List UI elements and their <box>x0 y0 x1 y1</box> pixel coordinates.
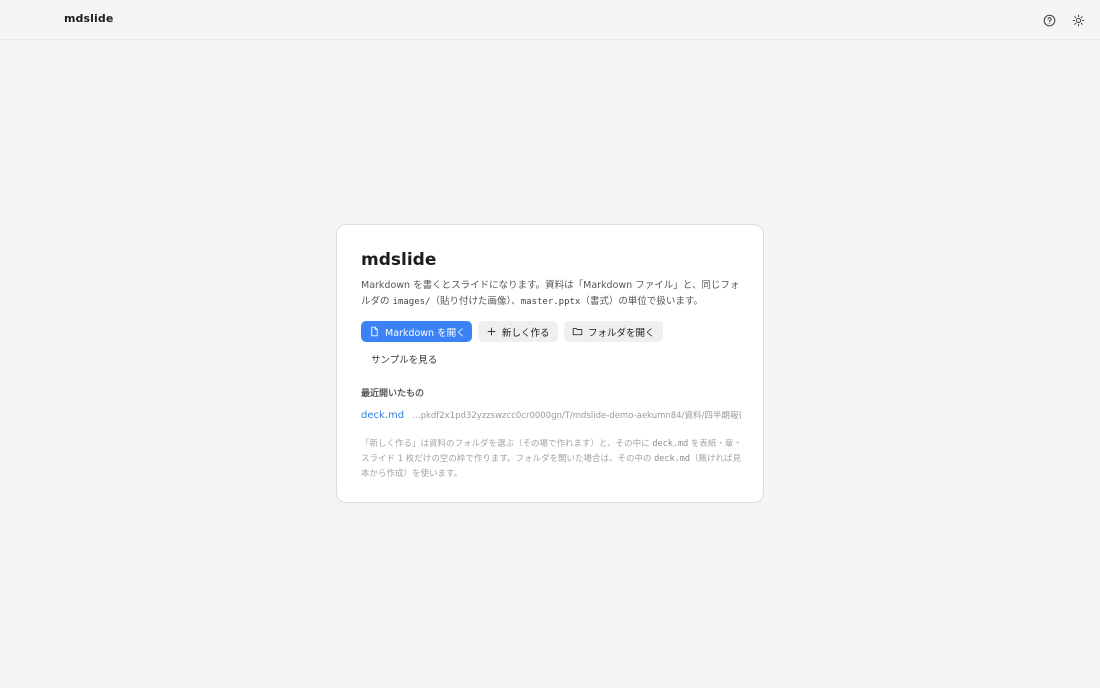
description-text-2: （貼り付けた画像）、 <box>430 296 521 307</box>
sun-icon[interactable] <box>1071 13 1085 27</box>
note-deck-code-1: deck.md <box>652 439 689 449</box>
view-sample-button[interactable]: サンプルを見る <box>371 352 437 366</box>
folder-icon <box>572 327 583 336</box>
recent-file-path: …pkdf2x1pd32yzzswzcc0cr0000gn/T/mdslide-… <box>412 411 741 421</box>
recent-item[interactable]: deck.md …pkdf2x1pd32yzzswzcc0cr0000gn/T/… <box>361 409 741 421</box>
plus-icon <box>487 327 496 336</box>
welcome-card: mdslide Markdown を書くとスライドになります。資料は「Markd… <box>336 224 764 503</box>
help-note: 「新しく作る」は資料のフォルダを選ぶ（その場で作れます）と、その中に deck.… <box>361 437 743 482</box>
new-label: 新しく作る <box>502 327 550 339</box>
images-folder-code: images/ <box>392 297 431 307</box>
app-name: mdslide <box>64 12 114 25</box>
help-circle-icon[interactable] <box>1042 13 1056 27</box>
top-bar: mdslide <box>0 0 1100 40</box>
open-markdown-button[interactable]: Markdown を開く <box>361 321 472 342</box>
note-deck-code-2: deck.md <box>654 454 690 464</box>
description-text-3: （書式）の単位で扱います。 <box>580 296 703 307</box>
open-folder-button[interactable]: フォルダを開く <box>564 321 663 342</box>
note-text-1: 「新しく作る」は資料のフォルダを選ぶ（その場で作れます）と、その中に <box>361 439 653 449</box>
open-folder-label: フォルダを開く <box>588 327 655 339</box>
description: Markdown を書くとスライドになります。資料は「Markdown ファイル… <box>361 278 741 310</box>
recent-file-link[interactable]: deck.md <box>361 410 404 421</box>
open-markdown-label: Markdown を開く <box>385 327 466 339</box>
recent-heading: 最近開いたもの <box>361 389 425 399</box>
card-title: mdslide <box>361 250 437 270</box>
file-icon <box>371 326 378 337</box>
master-pptx-code: master.pptx <box>520 297 581 307</box>
new-button[interactable]: 新しく作る <box>478 321 558 342</box>
